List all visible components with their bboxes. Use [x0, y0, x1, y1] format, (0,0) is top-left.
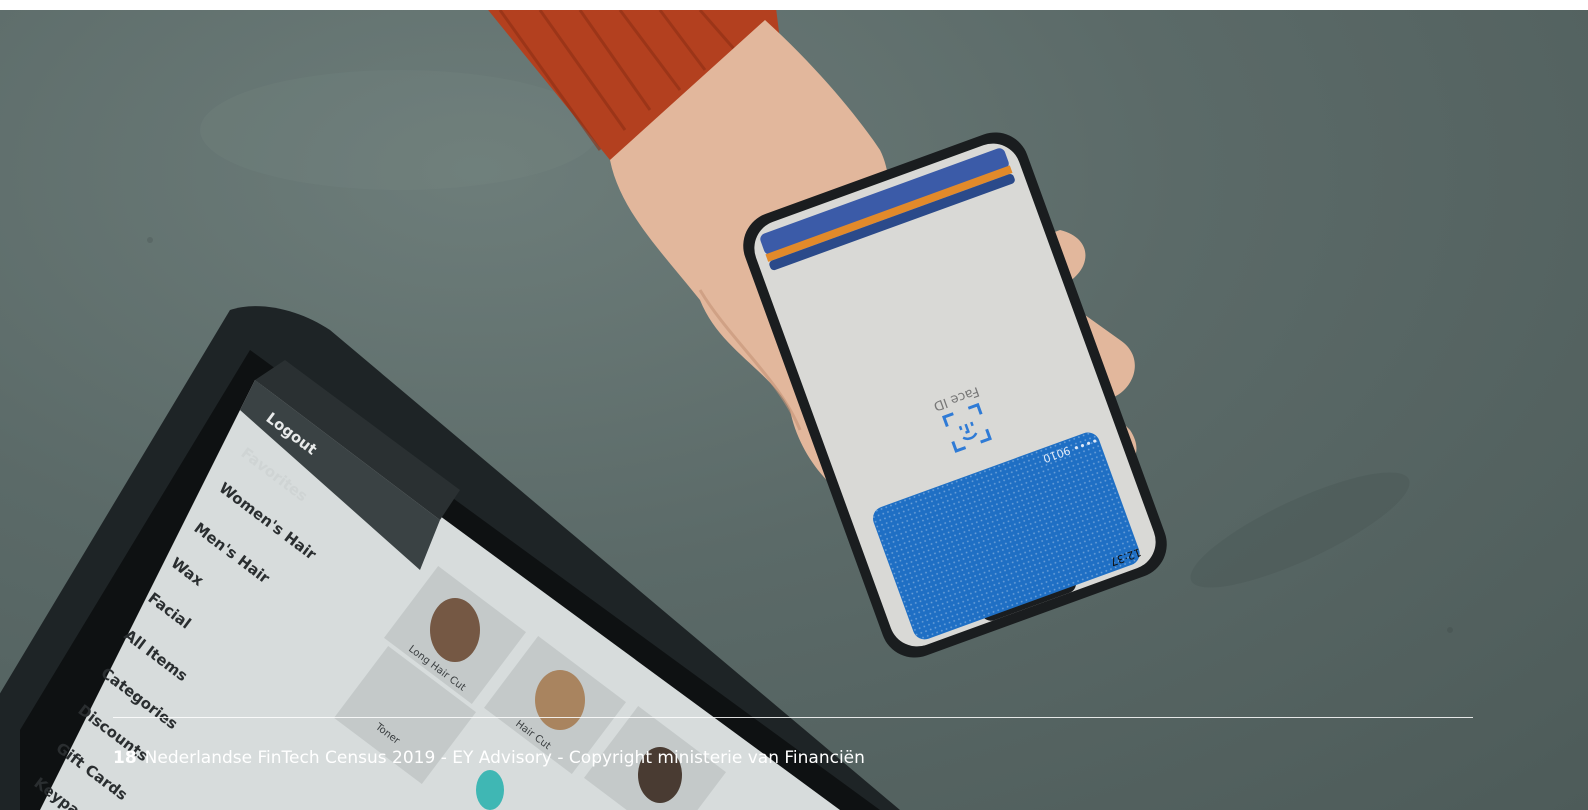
footer-text: Nederlandse FinTech Census 2019 - EY Adv… — [144, 748, 865, 768]
photo-illustration: Face ID •••• 9010 12:37 Logout Favorites… — [0, 10, 1453, 810]
tablet: Logout Favorites Women's Hair Men's Hair… — [0, 306, 900, 810]
footer-rule — [113, 717, 1473, 718]
page-number: 18 — [113, 748, 137, 768]
page-footer: 18 Nederlandse FinTech Census 2019 - EY A… — [113, 748, 865, 768]
phone: Face ID •••• 9010 12:37 — [743, 132, 1167, 658]
background-photo: Face ID •••• 9010 12:37 Logout Favorites… — [0, 10, 1588, 810]
